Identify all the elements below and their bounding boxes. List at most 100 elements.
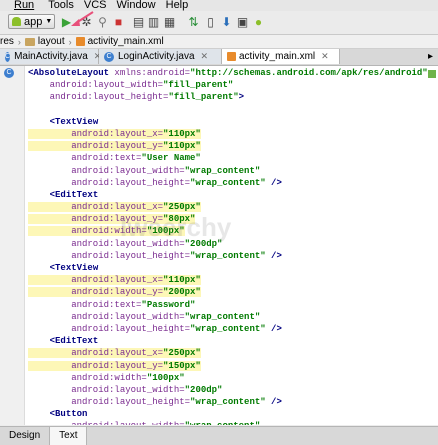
code-token: "250px" (163, 348, 201, 359)
code-line[interactable]: android:width="100px" (28, 225, 438, 237)
close-icon[interactable]: ✕ (321, 51, 329, 62)
code-token: /> (265, 250, 282, 261)
code-token: /> (265, 323, 282, 334)
code-line[interactable]: android:width="100px" (28, 372, 438, 384)
code-token: android:text= (28, 153, 142, 164)
main-toolbar: app ▼ ▶ ✲ ⚲ ■ ▤ ▥ ▦ ⇅ ▯ ⬇ ▣ ● (0, 11, 438, 35)
class-icon: C (104, 51, 114, 62)
menu-window[interactable]: Window (117, 0, 156, 11)
run-config-dropdown[interactable]: app ▼ (8, 14, 55, 29)
code-line[interactable]: android:layout_height="wrap_content" /> (28, 177, 438, 189)
avd-manager-icon[interactable]: ▯ (204, 15, 217, 29)
layout-icon[interactable]: ▥ (147, 15, 160, 29)
breadcrumb-label: activity_main.xml (87, 36, 164, 47)
code-token: android:layout_y= (28, 360, 164, 371)
code-line[interactable]: <EditText (28, 189, 438, 201)
tab-mainactivity[interactable]: C MainActivity.java ✕ (0, 49, 101, 64)
code-token: android:layout_width= (28, 311, 185, 322)
code-line[interactable]: <EditText (28, 335, 438, 347)
code-line[interactable]: <TextView (28, 116, 438, 128)
class-icon: C (5, 51, 11, 62)
code-line[interactable]: <TextView (28, 262, 438, 274)
sdk-manager-icon[interactable]: ⬇ (220, 15, 233, 29)
code-line[interactable]: android:text="Password" (28, 299, 438, 311)
code-line[interactable]: android:layout_width="200dp" (28, 384, 438, 396)
code-token: android:layout_height= (28, 177, 191, 188)
code-token: < (28, 116, 56, 127)
code-token: "wrap_content" (190, 397, 266, 408)
editor-gutter: C (0, 66, 25, 425)
code-token: "110px" (163, 275, 201, 286)
close-icon[interactable]: ✕ (201, 51, 209, 62)
tab-text[interactable]: Text (50, 427, 88, 445)
menu-run[interactable]: Run (7, 0, 38, 11)
code-line[interactable]: android:layout_x="110px" (28, 128, 438, 140)
structure-icon[interactable]: ▤ (132, 15, 145, 29)
code-line[interactable]: android:text="User Name" (28, 152, 438, 164)
code-line[interactable]: android:layout_width="wrap_content" (28, 420, 438, 425)
code-token: EditText (55, 336, 99, 347)
code-line[interactable]: android:layout_width="wrap_content" (28, 311, 438, 323)
code-token: < (28, 409, 56, 420)
tab-design[interactable]: Design (0, 427, 51, 445)
breadcrumb-layout[interactable]: layout (24, 36, 65, 47)
code-token: android:layout_width= (28, 384, 185, 395)
xml-file-icon (227, 52, 236, 61)
code-token: android:layout_height= (28, 323, 191, 334)
code-token: android:layout_x= (28, 128, 164, 139)
tab-activity-main[interactable]: activity_main.xml ✕ (222, 49, 340, 64)
code-token: "fill_parent" (163, 80, 234, 91)
code-line[interactable]: android:layout_width="wrap_content" (28, 165, 438, 177)
run-config-label: app (24, 15, 43, 28)
device-monitor-icon[interactable]: ▣ (236, 15, 249, 29)
code-line[interactable]: android:layout_x="110px" (28, 274, 438, 286)
breadcrumb-file[interactable]: activity_main.xml (75, 36, 164, 47)
android-monitor-icon[interactable]: ● (252, 15, 265, 29)
tab-label: activity_main.xml (239, 51, 316, 62)
code-token: android:layout_height= (28, 250, 191, 261)
project-icon[interactable]: ▦ (163, 15, 176, 29)
xml-file-icon (75, 37, 85, 46)
menu-help[interactable]: Help (166, 0, 189, 11)
code-token: < (28, 189, 56, 200)
chevron-down-icon: ▼ (45, 18, 53, 25)
code-line[interactable]: android:layout_y="110px" (28, 140, 438, 152)
code-line[interactable]: <AbsoluteLayout xmlns:android="http://sc… (28, 67, 438, 79)
code-line[interactable]: android:layout_y="150px" (28, 360, 438, 372)
sync-icon[interactable]: ⇅ (187, 15, 200, 29)
code-editor[interactable]: C < AbsoluteLayout xmlns:android="http://… (0, 66, 438, 425)
code-token: "Password" (141, 299, 196, 310)
code-line[interactable]: android:layout_x="250px" (28, 201, 438, 213)
tab-label: MainActivity.java (14, 51, 88, 62)
code-token: AbsoluteLayout (33, 68, 110, 78)
chevron-right-icon: › (68, 36, 72, 47)
code-line[interactable]: android:layout_height="fill_parent"> (28, 91, 438, 103)
code-line[interactable]: android:layout_y="200px" (28, 286, 438, 298)
code-token: android:width= (28, 372, 147, 383)
stop-icon[interactable]: ■ (112, 15, 125, 29)
code-line[interactable]: android:layout_width="200dp" (28, 238, 438, 250)
code-area[interactable]: < AbsoluteLayout xmlns:android="http://sc… (28, 67, 438, 425)
tab-loginactivity[interactable]: C LoginActivity.java ✕ (99, 49, 222, 64)
code-token: "wrap_content" (184, 165, 261, 176)
bottom-tabs: Design Text (0, 426, 438, 445)
code-line[interactable]: android:layout_height="wrap_content" /> (28, 250, 438, 262)
code-line[interactable]: android:layout_y="80px" (28, 213, 438, 225)
code-token: "User Name" (141, 153, 201, 164)
code-token: xmlns:android= (109, 68, 191, 78)
code-token: android:layout_height= (28, 397, 191, 408)
code-token: "100px" (146, 372, 185, 383)
code-line[interactable]: android:layout_height="wrap_content" /> (28, 323, 438, 335)
code-line[interactable] (28, 104, 438, 116)
code-line[interactable]: android:layout_x="250px" (28, 347, 438, 359)
attach-icon[interactable]: ⚲ (96, 15, 109, 29)
code-line[interactable]: android:layout_width="fill_parent" (28, 79, 438, 91)
code-line[interactable]: android:layout_height="wrap_content" /> (28, 396, 438, 408)
breadcrumb-res[interactable]: res (0, 36, 14, 47)
code-token: "110px" (163, 128, 201, 139)
code-token: TextView (55, 116, 99, 127)
tab-overflow-icon[interactable]: ▸ (424, 49, 437, 65)
code-line[interactable]: <Button (28, 408, 438, 420)
code-token: android:layout_y= (28, 141, 164, 152)
code-token: "wrap_content" (190, 323, 266, 334)
